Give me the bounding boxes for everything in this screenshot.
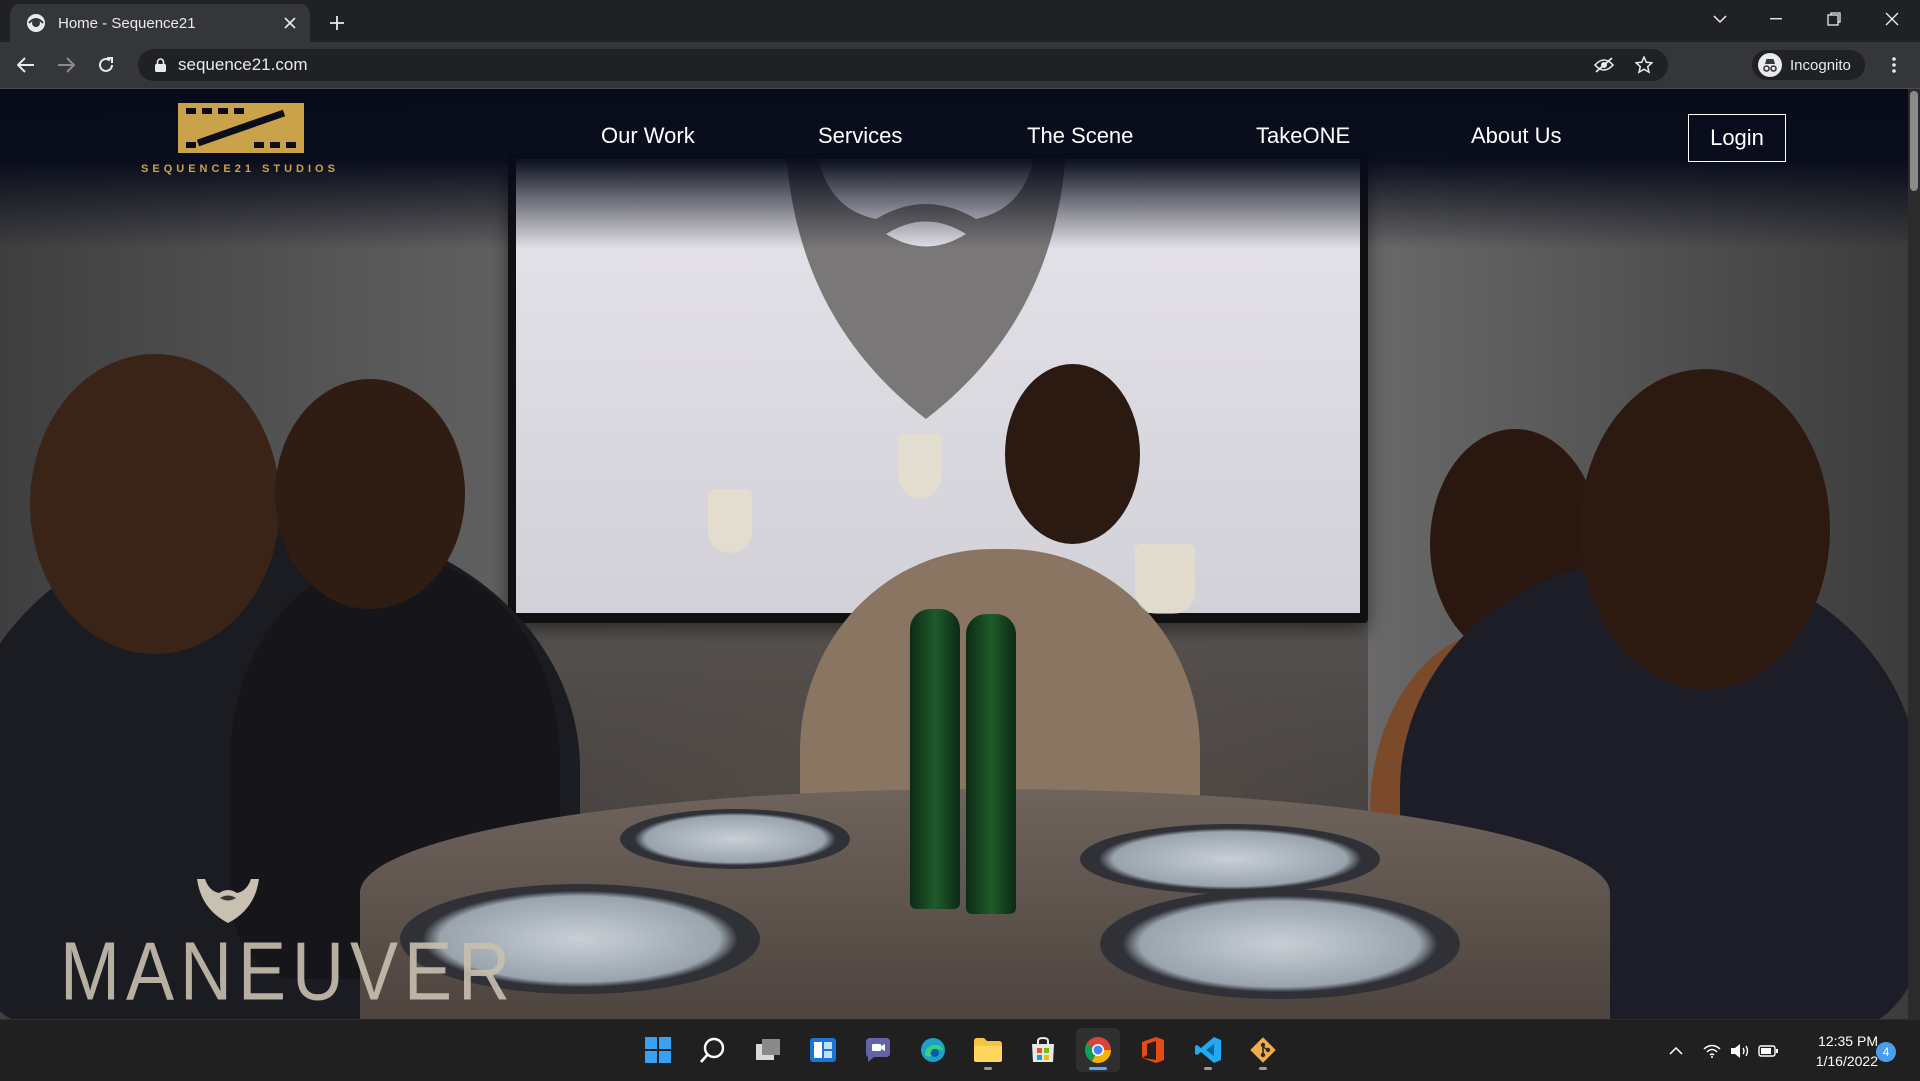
office-icon[interactable]: [1131, 1028, 1175, 1072]
login-button[interactable]: Login: [1688, 114, 1786, 162]
address-bar[interactable]: sequence21.com: [138, 49, 1668, 81]
lock-icon[interactable]: [152, 57, 168, 73]
forward-arrow-icon[interactable]: [50, 49, 82, 81]
globe-icon: [27, 14, 45, 32]
page-viewport: SEQUENCE21 STUDIOS Our Work Services The…: [0, 89, 1908, 1019]
search-icon[interactable]: [691, 1028, 735, 1072]
nav-our-work[interactable]: Our Work: [601, 123, 695, 149]
close-tab-icon[interactable]: [276, 9, 304, 37]
kebab-menu-icon[interactable]: [1878, 49, 1910, 81]
incognito-label: Incognito: [1790, 56, 1851, 74]
vscode-icon[interactable]: [1186, 1028, 1230, 1072]
git-icon[interactable]: [1241, 1028, 1285, 1072]
nav-services[interactable]: Services: [818, 123, 902, 149]
beard-icon: [197, 879, 259, 923]
tray-overflow-chevron-icon[interactable]: [1664, 1020, 1688, 1081]
volume-icon[interactable]: [1728, 1020, 1752, 1081]
browser-tab-active[interactable]: Home - Sequence21: [10, 4, 310, 42]
taskbar-clock[interactable]: 12:35 PM 1/16/2022: [1790, 1031, 1878, 1071]
back-arrow-icon[interactable]: [10, 49, 42, 81]
scrollbar-thumb[interactable]: [1910, 91, 1918, 191]
windows-start-icon[interactable]: [636, 1028, 680, 1072]
tracking-eye-off-icon[interactable]: [1588, 49, 1620, 81]
page-scrollbar[interactable]: [1908, 89, 1920, 1019]
wifi-icon[interactable]: [1700, 1020, 1724, 1081]
film-strip-logo-icon: [178, 103, 304, 153]
edge-icon[interactable]: [911, 1028, 955, 1072]
file-explorer-icon[interactable]: [966, 1028, 1010, 1072]
url-text: sequence21.com: [178, 55, 308, 74]
microsoft-store-icon[interactable]: [1021, 1028, 1065, 1072]
maneuver-wordmark: MANEUVER: [60, 926, 517, 1018]
clock-date: 1/16/2022: [1815, 1053, 1878, 1069]
tab-search-chevron-icon[interactable]: [1692, 0, 1748, 38]
incognito-profile-button[interactable]: Incognito: [1752, 50, 1865, 80]
nav-about-us[interactable]: About Us: [1471, 123, 1562, 149]
sequence21-logo[interactable]: SEQUENCE21 STUDIOS: [140, 103, 340, 177]
task-view-icon[interactable]: [746, 1028, 790, 1072]
nav-the-scene[interactable]: The Scene: [1027, 123, 1133, 149]
bookmark-star-icon[interactable]: [1628, 49, 1660, 81]
chrome-icon[interactable]: [1076, 1028, 1120, 1072]
widgets-icon[interactable]: [801, 1028, 845, 1072]
clock-time: 12:35 PM: [1818, 1033, 1878, 1049]
incognito-icon: [1758, 53, 1782, 77]
battery-icon[interactable]: [1756, 1020, 1780, 1081]
reload-icon[interactable]: [90, 49, 122, 81]
restore-icon[interactable]: [1806, 0, 1862, 38]
tab-title: Home - Sequence21: [58, 14, 196, 32]
minimize-icon[interactable]: [1748, 0, 1804, 38]
tab-strip: Home - Sequence21: [0, 0, 1920, 42]
teams-chat-icon[interactable]: [856, 1028, 900, 1072]
notification-badge[interactable]: 4: [1876, 1042, 1896, 1062]
maneuver-logo: MANEUVER: [60, 879, 510, 1018]
nav-takeone[interactable]: TakeONE: [1256, 123, 1350, 149]
windows-taskbar: 12:35 PM 1/16/2022 4: [0, 1019, 1920, 1081]
logo-wordmark: SEQUENCE21 STUDIOS: [141, 163, 339, 175]
browser-toolbar: sequence21.com Incognito: [0, 42, 1920, 89]
new-tab-icon[interactable]: [322, 8, 352, 38]
close-window-icon[interactable]: [1864, 0, 1920, 38]
